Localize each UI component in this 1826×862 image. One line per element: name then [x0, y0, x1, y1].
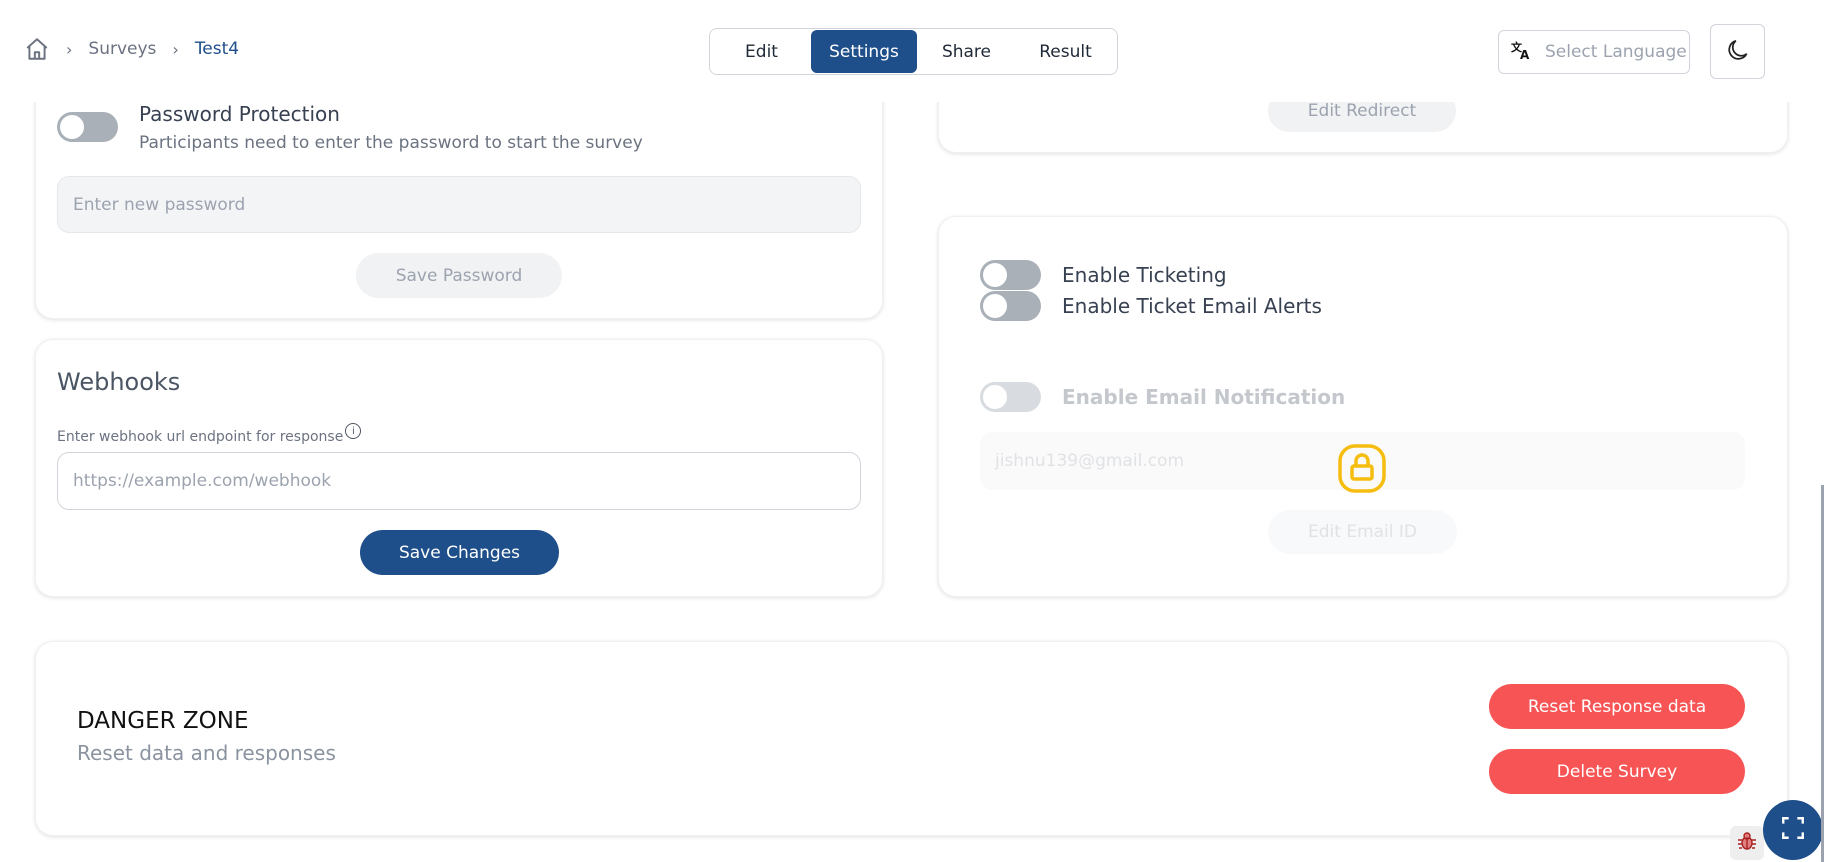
webhook-label: Enter webhook url endpoint for response …: [57, 423, 362, 445]
password-title: Password Protection: [139, 102, 340, 126]
tab-bar: Edit Settings Share Result: [709, 28, 1118, 75]
bug-icon: [1735, 829, 1759, 857]
fullscreen-button[interactable]: [1763, 800, 1823, 860]
enable-ticket-email-alerts-toggle[interactable]: [980, 291, 1041, 321]
edit-email-button: Edit Email ID: [1268, 510, 1457, 554]
language-select[interactable]: 文A Select Language: [1498, 30, 1690, 74]
bug-report-button[interactable]: [1730, 826, 1764, 860]
svg-text:A: A: [1520, 48, 1530, 60]
webhooks-title: Webhooks: [57, 368, 181, 396]
enable-email-notification-toggle: [980, 382, 1041, 412]
tab-settings[interactable]: Settings: [811, 30, 917, 73]
translate-icon: 文A: [1511, 40, 1533, 64]
password-description: Participants need to enter the password …: [139, 133, 643, 153]
webhook-url-input[interactable]: https://example.com/webhook: [57, 452, 861, 510]
password-toggle[interactable]: [57, 112, 118, 142]
language-placeholder: Select Language: [1545, 42, 1687, 62]
moon-icon: [1725, 37, 1751, 67]
page: › Surveys › Test4 Edit Settings Share Re…: [0, 0, 1826, 862]
password-input[interactable]: Enter new password: [57, 176, 861, 233]
tab-edit[interactable]: Edit: [712, 30, 811, 73]
reset-response-data-button[interactable]: Reset Response data: [1489, 684, 1745, 729]
danger-zone-title: DANGER ZONE: [77, 708, 249, 734]
breadcrumb-separator: ›: [172, 39, 179, 59]
scrollbar[interactable]: [1821, 485, 1824, 862]
fullscreen-icon: [1780, 815, 1806, 845]
tab-share[interactable]: Share: [917, 30, 1016, 73]
webhook-label-text: Enter webhook url endpoint for response: [57, 429, 344, 445]
enable-email-notification-label: Enable Email Notification: [1062, 385, 1346, 409]
save-changes-button[interactable]: Save Changes: [360, 530, 559, 575]
enable-ticketing-toggle[interactable]: [980, 260, 1041, 290]
delete-survey-button[interactable]: Delete Survey: [1489, 749, 1745, 794]
breadcrumb: › Surveys › Test4: [24, 36, 239, 62]
breadcrumb-surveys[interactable]: Surveys: [88, 39, 156, 59]
breadcrumb-current[interactable]: Test4: [195, 39, 239, 59]
enable-ticketing-label: Enable Ticketing: [1062, 263, 1227, 287]
save-password-button[interactable]: Save Password: [356, 253, 562, 298]
header: › Surveys › Test4 Edit Settings Share Re…: [0, 0, 1826, 102]
lock-icon[interactable]: [1337, 443, 1387, 494]
info-icon[interactable]: i: [345, 423, 362, 439]
tab-result[interactable]: Result: [1016, 30, 1115, 73]
danger-zone-card: [35, 641, 1788, 836]
danger-zone-description: Reset data and responses: [77, 741, 336, 765]
home-icon[interactable]: [24, 36, 50, 62]
enable-ticket-email-alerts-label: Enable Ticket Email Alerts: [1062, 294, 1322, 318]
breadcrumb-separator: ›: [66, 39, 73, 59]
theme-toggle-button[interactable]: [1710, 24, 1765, 79]
